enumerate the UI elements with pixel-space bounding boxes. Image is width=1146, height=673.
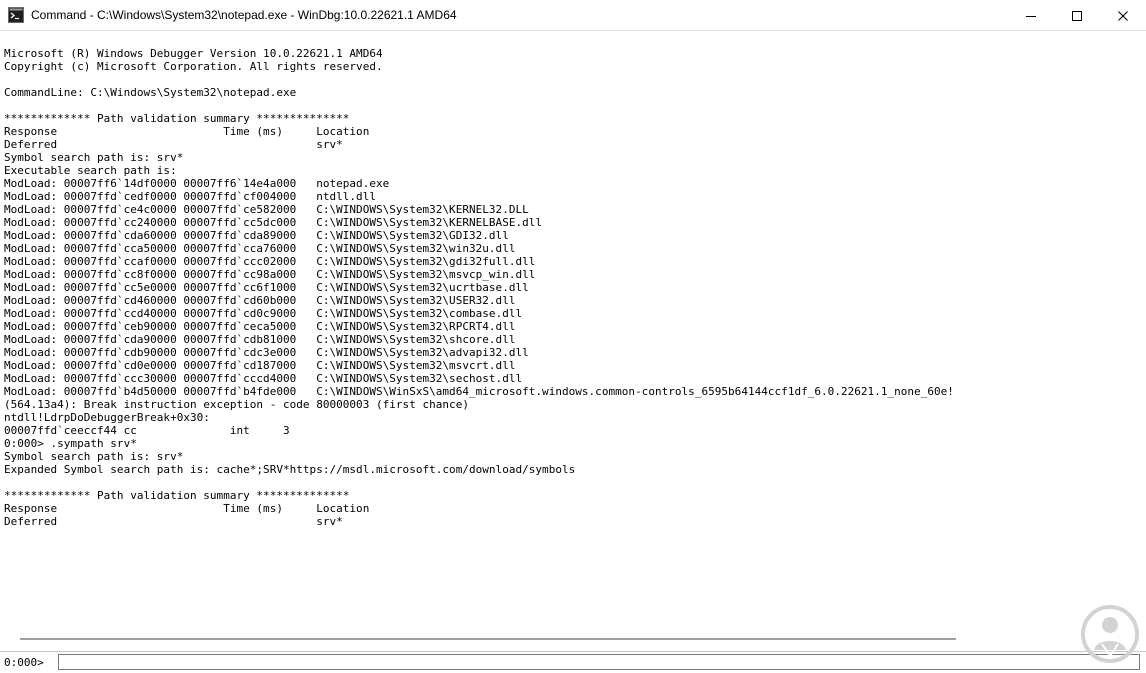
minimize-button[interactable] — [1008, 0, 1054, 31]
command-bar: 0:000> — [0, 651, 1146, 673]
output-line: ModLoad: 00007ffd`ce4c0000 00007ffd`ce58… — [4, 203, 529, 216]
output-line: 00007ffd`ceeccf44 cc int 3 — [4, 424, 290, 437]
output-line: (564.13a4): Break instruction exception … — [4, 398, 469, 411]
output-line: ModLoad: 00007ffd`cca50000 00007ffd`cca7… — [4, 242, 516, 255]
output-line: Expanded Symbol search path is: cache*;S… — [4, 463, 576, 476]
window-title: Command - C:\Windows\System32\notepad.ex… — [31, 8, 457, 22]
output-line: Microsoft (R) Windows Debugger Version 1… — [4, 47, 383, 60]
output-line: Symbol search path is: srv* — [4, 151, 184, 164]
output-line: Symbol search path is: srv* — [4, 450, 184, 463]
output-line: ModLoad: 00007ffd`ccd40000 00007ffd`cd0c… — [4, 307, 523, 320]
minimize-icon — [1026, 15, 1036, 17]
output-line: ModLoad: 00007ffd`cc240000 00007ffd`cc5d… — [4, 216, 543, 229]
output-line: ModLoad: 00007ffd`cc5e0000 00007ffd`cc6f… — [4, 281, 529, 294]
command-output[interactable]: Microsoft (R) Windows Debugger Version 1… — [4, 47, 1144, 627]
output-line: ModLoad: 00007ffd`cd460000 00007ffd`cd60… — [4, 294, 516, 307]
maximize-button[interactable] — [1054, 0, 1100, 31]
console-icon — [8, 7, 24, 23]
output-line: Executable search path is: — [4, 164, 177, 177]
output-line: ModLoad: 00007ffd`cda60000 00007ffd`cda8… — [4, 229, 509, 242]
output-line: ModLoad: 00007ffd`b4d50000 00007ffd`b4fd… — [4, 385, 954, 398]
output-line: Copyright (c) Microsoft Corporation. All… — [4, 60, 383, 73]
output-line: ModLoad: 00007ffd`cdb90000 00007ffd`cdc3… — [4, 346, 529, 359]
solvetic-logo-icon — [1081, 605, 1139, 663]
output-line: ModLoad: 00007ffd`ceb90000 00007ffd`ceca… — [4, 320, 516, 333]
output-line: 0:000> .sympath srv* — [4, 437, 137, 450]
command-input[interactable] — [58, 654, 1140, 670]
output-line: Response Time (ms) Location — [4, 502, 370, 515]
output-line: Deferred srv* — [4, 515, 343, 528]
horizontal-scrollbar[interactable] — [20, 638, 956, 640]
title-bar[interactable]: Command - C:\Windows\System32\notepad.ex… — [0, 0, 1146, 31]
output-line: Response Time (ms) Location — [4, 125, 370, 138]
output-line: ************* Path validation summary **… — [4, 489, 350, 502]
output-line: Deferred srv* — [4, 138, 343, 151]
output-line: ModLoad: 00007ffd`cda90000 00007ffd`cdb8… — [4, 333, 516, 346]
output-line: ntdll!LdrpDoDebuggerBreak+0x30: — [4, 411, 210, 424]
output-line: ModLoad: 00007ffd`ccaf0000 00007ffd`ccc0… — [4, 255, 536, 268]
output-line: ************* Path validation summary **… — [4, 112, 350, 125]
output-line: ModLoad: 00007ffd`cd0e0000 00007ffd`cd18… — [4, 359, 516, 372]
output-line: ModLoad: 00007ff6`14df0000 00007ff6`14e4… — [4, 177, 390, 190]
output-line: CommandLine: C:\Windows\System32\notepad… — [4, 86, 297, 99]
close-icon — [1118, 10, 1128, 21]
output-line: ModLoad: 00007ffd`cedf0000 00007ffd`cf00… — [4, 190, 376, 203]
maximize-icon — [1072, 10, 1082, 21]
output-line: ModLoad: 00007ffd`cc8f0000 00007ffd`cc98… — [4, 268, 536, 281]
output-line: ModLoad: 00007ffd`ccc30000 00007ffd`cccd… — [4, 372, 523, 385]
command-prompt: 0:000> — [4, 656, 44, 669]
close-button[interactable] — [1100, 0, 1146, 31]
